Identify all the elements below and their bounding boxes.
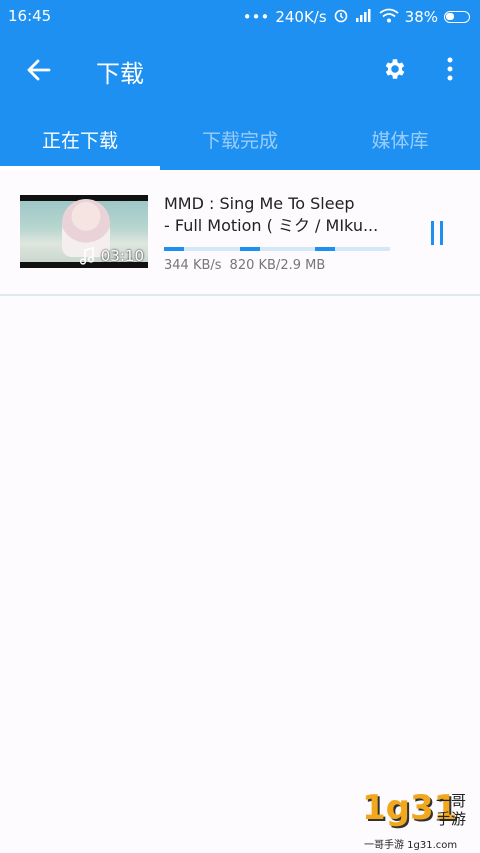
- status-bar: 16:45 ••• 240K/s 38%: [0, 0, 480, 32]
- notification-dots-icon: •••: [242, 8, 270, 26]
- alarm-icon: [333, 7, 349, 27]
- more-vertical-icon: [447, 57, 453, 81]
- tab-completed[interactable]: 下载完成: [160, 108, 320, 170]
- page-title: 下载: [96, 60, 144, 88]
- video-thumbnail[interactable]: 03:10: [20, 195, 148, 268]
- more-options-button[interactable]: [438, 54, 462, 84]
- network-speed: 240K/s: [275, 8, 327, 26]
- duration-text: 03:10: [100, 247, 144, 265]
- arrow-left-icon: [27, 59, 51, 81]
- app-header: 16:45 ••• 240K/s 38% 下载 正在下载 下载完成 媒体库: [0, 0, 480, 170]
- thumbnail-duration: 03:10: [79, 247, 144, 265]
- progress-segment: [164, 247, 184, 251]
- watermark-chars: 一哥手游: [436, 792, 467, 828]
- download-info: MMD : Sing Me To Sleep - Full Motion ( ミ…: [164, 193, 394, 273]
- status-icons: ••• 240K/s 38%: [243, 7, 470, 27]
- pause-icon: [431, 221, 434, 245]
- battery-level: 38%: [404, 8, 438, 26]
- battery-icon: [444, 11, 470, 23]
- tab-bar: 正在下载 下载完成 媒体库: [0, 108, 480, 170]
- gear-icon: [385, 59, 405, 79]
- toolbar: 下载: [0, 32, 480, 108]
- signal-icon: [355, 8, 373, 26]
- download-progress-bar: [164, 247, 390, 251]
- music-note-icon: [79, 247, 94, 265]
- progress-segment: [240, 247, 260, 251]
- status-time: 16:45: [8, 7, 52, 25]
- download-stats: 344 KB/s 820 KB/2.9 MB: [164, 258, 394, 273]
- tab-downloading[interactable]: 正在下载: [0, 108, 160, 170]
- tab-media-library[interactable]: 媒体库: [320, 108, 480, 170]
- pause-button[interactable]: [420, 216, 454, 250]
- wifi-icon: [379, 8, 399, 27]
- download-title-line1: MMD : Sing Me To Sleep: [164, 194, 355, 213]
- download-title-line2: - Full Motion ( ミク / MIku...: [164, 216, 379, 235]
- watermark-url: 一哥手游 1g31.com: [364, 840, 458, 851]
- download-speed: 344 KB/s: [164, 258, 222, 273]
- download-item[interactable]: 03:10 MMD : Sing Me To Sleep - Full Moti…: [0, 170, 480, 296]
- watermark-logo: 1g31 一哥手游 一哥手游 1g31.com: [356, 786, 476, 851]
- pause-icon-bar: [440, 221, 443, 245]
- back-button[interactable]: [22, 54, 54, 86]
- settings-button[interactable]: [380, 54, 410, 84]
- download-size: 820 KB/2.9 MB: [229, 258, 326, 273]
- progress-segment: [315, 247, 335, 251]
